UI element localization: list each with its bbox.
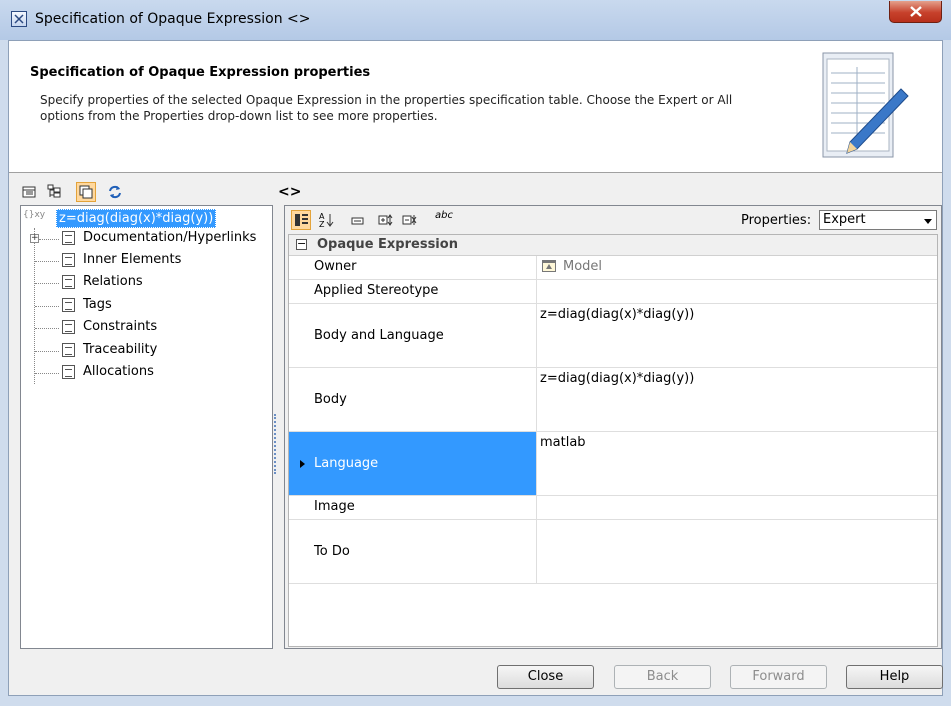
- forward-button[interactable]: Forward: [730, 665, 827, 689]
- page-icon: [62, 365, 75, 379]
- tree-item-label: Traceability: [83, 342, 158, 357]
- page-icon: [62, 298, 75, 312]
- page-icon: [62, 343, 75, 357]
- title-bar: Specification of Opaque Expression <>: [0, 0, 951, 40]
- properties-dropdown[interactable]: Expert: [819, 210, 937, 230]
- property-row-owner[interactable]: Owner Model: [289, 256, 937, 280]
- tree-item-label: Constraints: [83, 319, 158, 334]
- property-name: Image: [314, 499, 355, 514]
- property-name: Owner: [314, 259, 357, 274]
- property-value: Model: [563, 259, 603, 274]
- collapse-group-icon[interactable]: −: [296, 238, 307, 250]
- splitter-handle[interactable]: [274, 414, 278, 474]
- list-view-icon[interactable]: [19, 182, 39, 202]
- current-row-arrow-icon: [300, 460, 305, 468]
- chevron-down-icon: [924, 219, 932, 224]
- opaque-expression-icon: {}xy: [23, 210, 46, 220]
- property-value[interactable]: matlab: [540, 435, 586, 450]
- property-name: Body: [314, 392, 347, 407]
- tree-item[interactable]: Constraints: [21, 317, 272, 337]
- tree-item-label: Inner Elements: [83, 252, 182, 267]
- collapse-all-icon[interactable]: [400, 210, 420, 230]
- header-panel: Specification of Opaque Expression prope…: [9, 41, 942, 173]
- element-tree[interactable]: {}xy z=diag(diag(x)*diag(y)) + Documenta…: [20, 205, 273, 649]
- tree-item-label: Allocations: [83, 364, 154, 379]
- page-icon: [62, 253, 75, 267]
- tree-item-label: Tags: [83, 297, 112, 312]
- property-row-to-do[interactable]: To Do: [289, 520, 937, 584]
- app-icon: [11, 11, 27, 27]
- refresh-icon[interactable]: [105, 182, 125, 202]
- property-row-body[interactable]: Body z=diag(diag(x)*diag(y)): [289, 368, 937, 432]
- dialog-frame: Specification of Opaque Expression prope…: [8, 40, 943, 696]
- page-icon: [62, 320, 75, 334]
- tree-guide-line: [39, 239, 59, 240]
- property-name: Body and Language: [314, 328, 444, 343]
- property-value: z=diag(diag(x)*diag(y)): [540, 371, 695, 386]
- close-button[interactable]: Close: [497, 665, 594, 689]
- property-row-image[interactable]: Image: [289, 496, 937, 520]
- categorized-icon[interactable]: [291, 210, 311, 230]
- content-area: <> {}xy z=diag(diag(x)*diag(y)) + Docume…: [9, 174, 942, 649]
- property-name: Language: [314, 456, 379, 471]
- property-row-language[interactable]: Language matlab: [289, 432, 937, 496]
- sort-alpha-icon[interactable]: AZ: [317, 210, 337, 230]
- tree-item-label: Documentation/Hyperlinks: [83, 230, 257, 245]
- copy-view-icon[interactable]: [76, 182, 96, 202]
- tree-item[interactable]: Inner Elements: [21, 250, 272, 270]
- page-icon: [62, 231, 75, 245]
- properties-label: Properties:: [741, 213, 812, 228]
- property-value: z=diag(diag(x)*diag(y)): [540, 307, 695, 322]
- group-header[interactable]: − Opaque Expression: [289, 235, 937, 256]
- header-description: Specify properties of the selected Opaqu…: [40, 93, 733, 123]
- tree-guide-line: [35, 373, 59, 374]
- tree-guide-line: [35, 261, 59, 262]
- expand-all-icon[interactable]: [376, 210, 396, 230]
- property-row-body-and-language[interactable]: Body and Language z=diag(diag(x)*diag(y)…: [289, 304, 937, 368]
- description-icon[interactable]: [347, 210, 367, 230]
- tree-guide-line: [35, 328, 59, 329]
- back-button[interactable]: Back: [614, 665, 711, 689]
- tree-root-label[interactable]: z=diag(diag(x)*diag(y)): [56, 209, 217, 228]
- header-title: Specification of Opaque Expression prope…: [30, 65, 371, 80]
- document-edit-icon: [817, 49, 912, 171]
- properties-panel: AZ abc Properties: Expert − Opaque Expre…: [284, 205, 942, 649]
- tree-item-label: Relations: [83, 274, 143, 289]
- tree-item[interactable]: Allocations: [21, 362, 272, 382]
- tree-view-icon[interactable]: [45, 182, 65, 202]
- window-title: Specification of Opaque Expression <>: [35, 11, 311, 27]
- package-icon: [542, 260, 556, 272]
- tree-item[interactable]: Relations: [21, 272, 272, 292]
- group-label: Opaque Expression: [317, 237, 458, 252]
- tree-item[interactable]: Traceability: [21, 340, 272, 360]
- expand-icon[interactable]: +: [30, 234, 39, 243]
- tree-item[interactable]: + Documentation/Hyperlinks: [21, 228, 272, 248]
- property-name: Applied Stereotype: [314, 283, 439, 298]
- svg-text:Z: Z: [319, 220, 325, 229]
- window-close-button[interactable]: [889, 1, 942, 23]
- spelling-icon[interactable]: abc: [433, 210, 453, 230]
- help-button[interactable]: Help: [846, 665, 943, 689]
- property-row-applied-stereotype[interactable]: Applied Stereotype: [289, 280, 937, 304]
- property-name: To Do: [314, 544, 350, 559]
- tree-root[interactable]: {}xy z=diag(diag(x)*diag(y)): [21, 206, 272, 228]
- page-icon: [62, 275, 75, 289]
- property-grid: − Opaque Expression Owner Model Applied …: [288, 234, 938, 647]
- properties-dropdown-value: Expert: [823, 212, 866, 227]
- tree-item[interactable]: Tags: [21, 295, 272, 315]
- spelling-label: abc: [435, 210, 453, 221]
- tree-guide-line: [35, 351, 59, 352]
- button-bar: Close Back Forward Help: [9, 649, 943, 695]
- panel-title: <>: [278, 184, 302, 200]
- tree-guide-line: [35, 283, 59, 284]
- tree-guide-line: [35, 306, 59, 307]
- properties-toolbar: AZ abc Properties: Expert: [285, 206, 941, 234]
